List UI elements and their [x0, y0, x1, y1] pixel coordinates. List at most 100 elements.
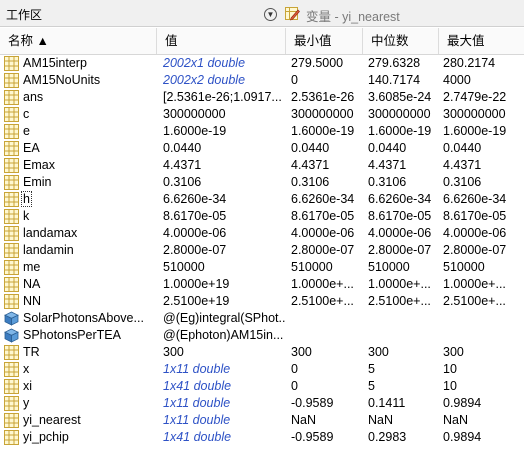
- variable-max: 0.9894: [443, 430, 482, 444]
- variable-max: 4.0000e-06: [443, 226, 507, 240]
- matrix-icon: [4, 226, 19, 241]
- matrix-icon: [4, 175, 19, 190]
- variable-min: [291, 310, 364, 327]
- variable-value: 1x11 double: [163, 413, 231, 427]
- variable-row-tr[interactable]: TR 300 300 300 300: [0, 344, 524, 361]
- variable-value: 1.6000e-19: [163, 124, 227, 138]
- variable-row-emin[interactable]: Emin 0.3106 0.3106 0.3106 0.3106: [0, 174, 524, 191]
- variable-row-h[interactable]: h 6.6260e-34 6.6260e-34 6.6260e-34 6.6260e-3…: [0, 191, 524, 208]
- variable-row-ea[interactable]: EA 0.0440 0.0440 0.0440 0.0440: [0, 140, 524, 157]
- variable-name: y: [23, 396, 30, 410]
- variable-min: 4.4371: [291, 158, 330, 172]
- variable-value: 4.4371: [163, 158, 202, 172]
- variable-min: 6.6260e-34: [291, 192, 355, 206]
- variable-max: 8.6170e-05: [443, 209, 507, 223]
- column-header-median[interactable]: 中位数: [363, 28, 439, 54]
- matrix-icon: [4, 243, 19, 258]
- variable-median: 4.0000e-06: [368, 226, 432, 240]
- variable-value: 1x41 double: [163, 430, 232, 444]
- matrix-icon: [4, 73, 19, 88]
- variable-min: 2.8000e-07: [291, 243, 355, 257]
- variable-median: 6.6260e-34: [368, 192, 432, 206]
- variable-median: 0.1411: [368, 396, 406, 410]
- variable-row-yi_pchip[interactable]: yi_pchip 1x41 double -0.9589 0.2983 0.9894: [0, 429, 524, 446]
- matrix-icon: [4, 362, 19, 377]
- chevron-down-icon[interactable]: ▼: [264, 8, 277, 21]
- variable-median: 140.7174: [368, 73, 421, 87]
- variable-median: 1.6000e-19: [368, 124, 432, 138]
- variable-median: 2.8000e-07: [368, 243, 432, 257]
- column-header-value[interactable]: 值: [157, 28, 286, 54]
- variable-name: Emin: [23, 175, 52, 189]
- variable-min: 2.5100e+...: [291, 294, 354, 308]
- variable-min: [291, 327, 364, 344]
- variable-editor-title[interactable]: 变量 - yi_nearest: [306, 6, 400, 25]
- variable-max: 10: [443, 362, 457, 376]
- variable-max: 1.0000e+...: [443, 277, 506, 291]
- variable-name: NA: [23, 277, 41, 291]
- matrix-icon: [4, 124, 19, 139]
- variable-value: 0.0440: [163, 141, 202, 155]
- variable-name: h: [23, 192, 30, 206]
- matrix-icon: [4, 107, 19, 122]
- variable-value: 1x11 double: [163, 362, 231, 376]
- variable-min: 0: [291, 362, 298, 376]
- variable-min: 0.3106: [291, 175, 330, 189]
- matrix-icon: [4, 345, 19, 360]
- variable-row-nn[interactable]: NN 2.5100e+19 2.5100e+... 2.5100e+... 2.5100…: [0, 293, 524, 310]
- variable-row-ans[interactable]: ans [2.5361e-26;1.0917... 2.5361e-26 3.6085…: [0, 89, 524, 106]
- variable-value: 1x11 double: [163, 396, 231, 410]
- variable-max: [443, 327, 524, 344]
- variable-row-landamin[interactable]: landamin 2.8000e-07 2.8000e-07 2.8000e-07 2.…: [0, 242, 524, 259]
- variable-median: [368, 310, 440, 327]
- variable-row-sphotonspertea[interactable]: SPhotonsPerTEA @(Ephoton)AM15in...: [0, 327, 524, 344]
- variable-row-me[interactable]: me 510000 510000 510000 510000: [0, 259, 524, 276]
- variable-row-am15nounits[interactable]: AM15NoUnits 2002x2 double 0 140.7174 4000: [0, 72, 524, 89]
- variable-row-am15interp[interactable]: AM15interp 2002x1 double 279.5000 279.6328 2…: [0, 55, 524, 72]
- variable-min: 0.0440: [291, 141, 330, 155]
- variable-name: Emax: [23, 158, 55, 172]
- variable-value: @(Ephoton)AM15in...: [163, 328, 284, 342]
- variable-name: AM15interp: [23, 56, 87, 70]
- variable-median: 4.4371: [368, 158, 407, 172]
- variable-max: 2.8000e-07: [443, 243, 507, 257]
- matrix-icon: [4, 260, 19, 275]
- variable-row-x[interactable]: x 1x11 double 0 5 10: [0, 361, 524, 378]
- variable-median: 300: [368, 345, 389, 359]
- variable-row-yi_nearest[interactable]: yi_nearest 1x11 double NaN NaN NaN: [0, 412, 524, 429]
- matrix-icon: [4, 294, 19, 309]
- variable-median: 0.0440: [368, 141, 407, 155]
- variable-row-solarphotonsabove[interactable]: SolarPhotonsAbove... @(Eg)integral(SPhot.…: [0, 310, 524, 327]
- variable-row-c[interactable]: c 300000000 300000000 300000000 300000000: [0, 106, 524, 123]
- column-header-name[interactable]: 名称 ▲: [0, 28, 157, 54]
- matrix-icon: [4, 396, 19, 411]
- variable-row-xi[interactable]: xi 1x41 double 0 5 10: [0, 378, 524, 395]
- variable-max: 280.2174: [443, 56, 496, 70]
- variable-max: 4000: [443, 73, 471, 87]
- variable-name: landamin: [23, 243, 74, 257]
- variable-name: c: [23, 107, 30, 121]
- matrix-icon: [4, 430, 19, 445]
- variable-row-landamax[interactable]: landamax 4.0000e-06 4.0000e-06 4.0000e-06 4.…: [0, 225, 524, 242]
- variable-median: 300000000: [368, 107, 431, 121]
- column-header-min[interactable]: 最小值: [286, 28, 363, 54]
- variable-min: 1.6000e-19: [291, 124, 355, 138]
- variable-max: 2.7479e-22: [443, 90, 507, 104]
- variable-row-emax[interactable]: Emax 4.4371 4.4371 4.4371 4.4371: [0, 157, 524, 174]
- variable-row-na[interactable]: NA 1.0000e+19 1.0000e+... 1.0000e+... 1.0000…: [0, 276, 524, 293]
- variable-value: 300000000: [163, 107, 226, 121]
- variable-name: landamax: [23, 226, 78, 240]
- column-header-max[interactable]: 最大值: [439, 28, 524, 54]
- variable-min: 300: [291, 345, 312, 359]
- variable-max: 300: [443, 345, 464, 359]
- variable-median: 0.3106: [368, 175, 407, 189]
- variable-editor-icon: [285, 7, 300, 21]
- variable-row-y[interactable]: y 1x11 double -0.9589 0.1411 0.9894: [0, 395, 524, 412]
- variable-row-k[interactable]: k 8.6170e-05 8.6170e-05 8.6170e-05 8.6170e-0…: [0, 208, 524, 225]
- function-handle-icon: [4, 311, 19, 326]
- variable-row-e[interactable]: e 1.6000e-19 1.6000e-19 1.6000e-19 1.6000e-1…: [0, 123, 524, 140]
- variable-name: AM15NoUnits: [23, 73, 101, 87]
- variable-value: 510000: [163, 260, 205, 274]
- variable-median: 5: [368, 379, 375, 393]
- variable-median: 279.6328: [368, 56, 421, 70]
